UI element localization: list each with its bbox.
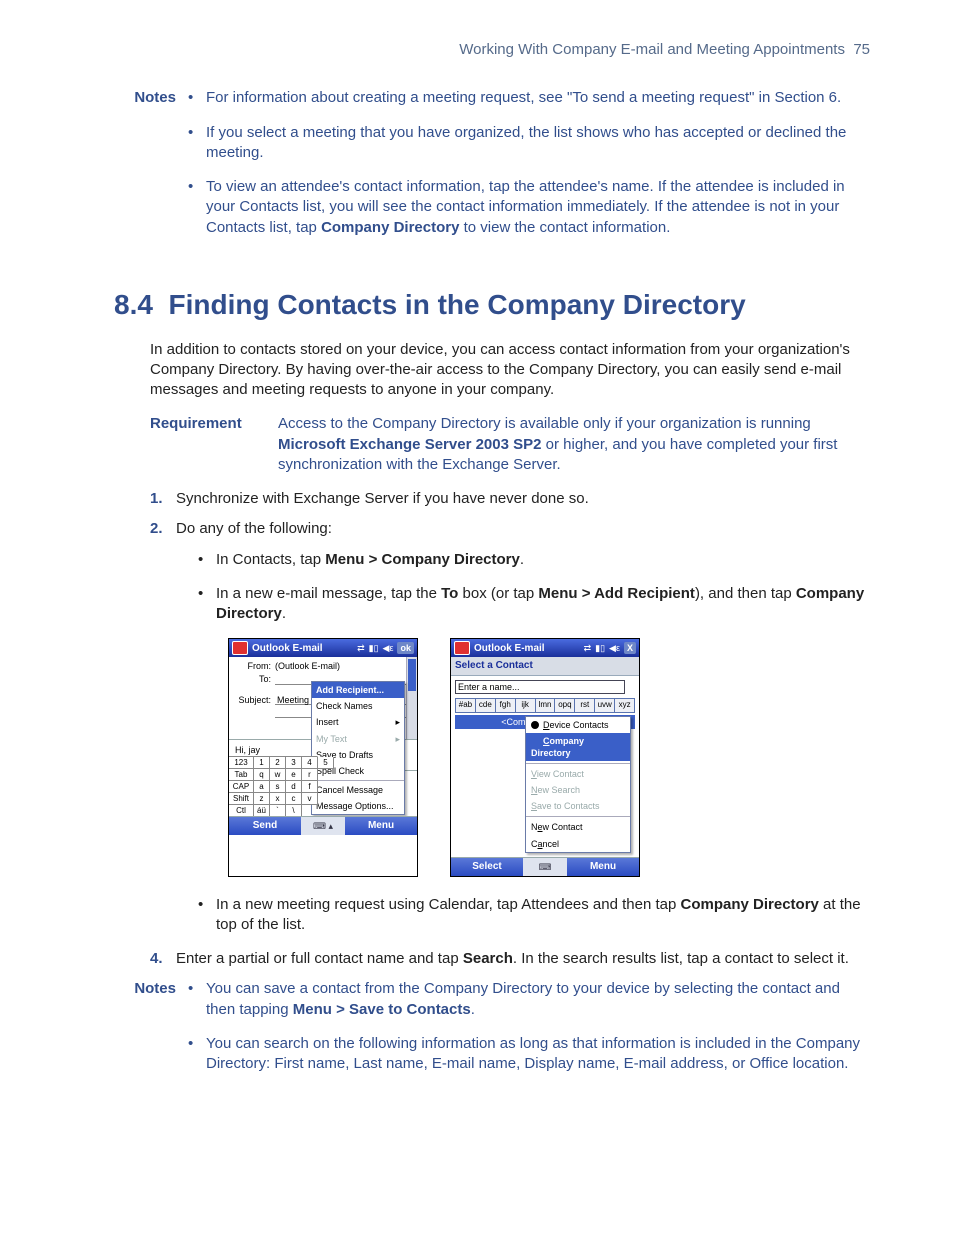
alpha-tab[interactable]: rst	[575, 699, 595, 712]
section-title: Finding Contacts in the Company Director…	[169, 289, 746, 320]
titlebar: Outlook E-mail ⇄▮▯ ◀ε X	[451, 639, 639, 657]
sync-icon: ⇄	[584, 642, 592, 654]
notes-label: Notes	[120, 979, 176, 1088]
contact-menu: Device Contacts Company Directory View C…	[525, 716, 631, 853]
note-item: For information about creating a meeting…	[188, 88, 870, 108]
compose-menu: Add Recipient... Check Names Insert▸ My …	[311, 681, 405, 815]
contact-list-area: Device Contacts Company Directory View C…	[451, 729, 639, 857]
alpha-tab[interactable]: lmn	[536, 699, 556, 712]
note-item: If you select a meeting that you have or…	[188, 123, 870, 164]
softkey-menu[interactable]: Menu	[567, 858, 639, 876]
window-title: Outlook E-mail	[252, 642, 353, 656]
search-input[interactable]	[455, 680, 625, 694]
volume-icon: ◀ε	[383, 642, 394, 654]
alpha-tabs[interactable]: #ab cde fgh ijk lmn opq rst uvw xyz	[455, 698, 635, 713]
system-tray: ⇄▮▯ ◀ε	[584, 642, 620, 654]
titlebar: Outlook E-mail ⇄ ▮▯ ◀ε ok	[229, 639, 417, 657]
radio-icon	[531, 721, 539, 729]
softkey-send[interactable]: Send	[229, 817, 301, 835]
page: Working With Company E-mail and Meeting …	[0, 0, 954, 1136]
figures-row: Outlook E-mail ⇄▮▯◀ε ok From:(Outlook E-…	[228, 638, 870, 876]
requirement-label: Requirement	[150, 414, 260, 475]
close-button[interactable]: X	[624, 642, 636, 654]
notes-top: Notes For information about creating a m…	[120, 88, 870, 252]
softkey-bar: Select ⌨ Menu	[451, 857, 639, 876]
section-number: 8.4	[114, 289, 153, 320]
notes-body: You can save a contact from the Company …	[188, 979, 870, 1088]
signal-icon: ▮▯	[369, 642, 379, 654]
from-value: (Outlook E-mail)	[275, 660, 340, 672]
notes-body: For information about creating a meeting…	[188, 88, 870, 252]
subject-label: Subject:	[233, 694, 271, 706]
alpha-tab[interactable]: uvw	[595, 699, 615, 712]
substep: In a new e-mail message, tap the To box …	[198, 584, 870, 625]
menu-cancel-message[interactable]: Cancel Message	[312, 782, 404, 798]
search-row	[455, 680, 635, 694]
step-4: 4.Enter a partial or full contact name a…	[150, 949, 870, 969]
to-label: To:	[233, 673, 271, 685]
step-2-sublist: In Contacts, tap Menu > Company Director…	[198, 550, 870, 625]
menu-new-search: New Search	[526, 782, 630, 798]
menu-insert[interactable]: Insert▸	[312, 714, 404, 730]
start-flag-icon[interactable]	[454, 641, 470, 655]
softkey-select[interactable]: Select	[451, 858, 523, 876]
menu-device-contacts[interactable]: Device Contacts	[526, 717, 630, 733]
window-title: Outlook E-mail	[474, 642, 580, 656]
numbered-steps: 1.Synchronize with Exchange Server if yo…	[150, 489, 870, 969]
running-header: Working With Company E-mail and Meeting …	[120, 40, 870, 60]
menu-message-options[interactable]: Message Options...	[312, 798, 404, 814]
step-1: 1.Synchronize with Exchange Server if yo…	[150, 489, 870, 509]
menu-cancel[interactable]: Cancel	[526, 836, 630, 852]
alpha-tab[interactable]: fgh	[496, 699, 516, 712]
note-item: To view an attendee's contact informatio…	[188, 177, 870, 238]
signal-icon: ▮▯	[595, 642, 605, 654]
on-screen-keyboard[interactable]: 12312345 Tabqwer CAPasdf Shiftzxcv Ctláü…	[229, 756, 317, 817]
alpha-tab[interactable]: #ab	[456, 699, 476, 712]
alpha-tab[interactable]: cde	[476, 699, 496, 712]
volume-icon: ◀ε	[609, 642, 620, 654]
alpha-tab[interactable]: opq	[555, 699, 575, 712]
sip-toggle[interactable]: ⌨	[523, 858, 567, 876]
requirement-text: Access to the Company Directory is avail…	[278, 414, 870, 475]
figure-compose-email: Outlook E-mail ⇄ ▮▯ ◀ε ok From: (Outlook E-…	[228, 638, 418, 876]
menu-my-text: My Text▸	[312, 731, 404, 747]
note-item: You can search on the following informat…	[188, 1034, 870, 1075]
step-2: 2.Do any of the following: In Contacts, …	[150, 519, 870, 935]
softkey-bar: Send ⌨ ▴ Menu	[229, 816, 417, 835]
scrollbar[interactable]	[406, 657, 417, 739]
menu-company-directory[interactable]: Company Directory	[526, 733, 630, 761]
start-flag-icon[interactable]	[232, 641, 248, 655]
figure-select-contact: Outlook E-mail ⇄▮▯◀ε X Select a Contact …	[450, 638, 640, 876]
note-item: You can save a contact from the Company …	[188, 979, 870, 1020]
menu-save-to-contacts: Save to Contacts	[526, 798, 630, 814]
page-number: 75	[853, 41, 870, 58]
ok-button[interactable]: ok	[397, 642, 414, 654]
menu-add-recipient[interactable]: Add Recipient...	[312, 682, 404, 698]
requirement-block: Requirement Access to the Company Direct…	[150, 414, 870, 475]
menu-view-contact: View Contact	[526, 766, 630, 782]
select-contact-header: Select a Contact	[451, 657, 639, 676]
alpha-tab[interactable]: ijk	[516, 699, 536, 712]
from-label: From:	[233, 660, 271, 672]
menu-new-contact[interactable]: New Contact	[526, 819, 630, 835]
notes-label: Notes	[120, 88, 176, 252]
alpha-tab[interactable]: xyz	[615, 699, 634, 712]
running-title: Working With Company E-mail and Meeting …	[459, 41, 845, 58]
step-2-sublist-cont: In a new meeting request using Calendar,…	[198, 895, 870, 936]
substep: In Contacts, tap Menu > Company Director…	[198, 550, 870, 570]
notes-bottom: Notes You can save a contact from the Co…	[120, 979, 870, 1088]
substep: In a new meeting request using Calendar,…	[198, 895, 870, 936]
menu-check-names[interactable]: Check Names	[312, 698, 404, 714]
sync-icon: ⇄	[357, 642, 365, 654]
sip-toggle[interactable]: ⌨ ▴	[301, 817, 345, 835]
intro-paragraph: In addition to contacts stored on your d…	[150, 340, 870, 401]
section-heading: 8.4 Finding Contacts in the Company Dire…	[114, 286, 870, 324]
system-tray: ⇄ ▮▯ ◀ε	[357, 642, 393, 654]
softkey-menu[interactable]: Menu	[345, 817, 417, 835]
